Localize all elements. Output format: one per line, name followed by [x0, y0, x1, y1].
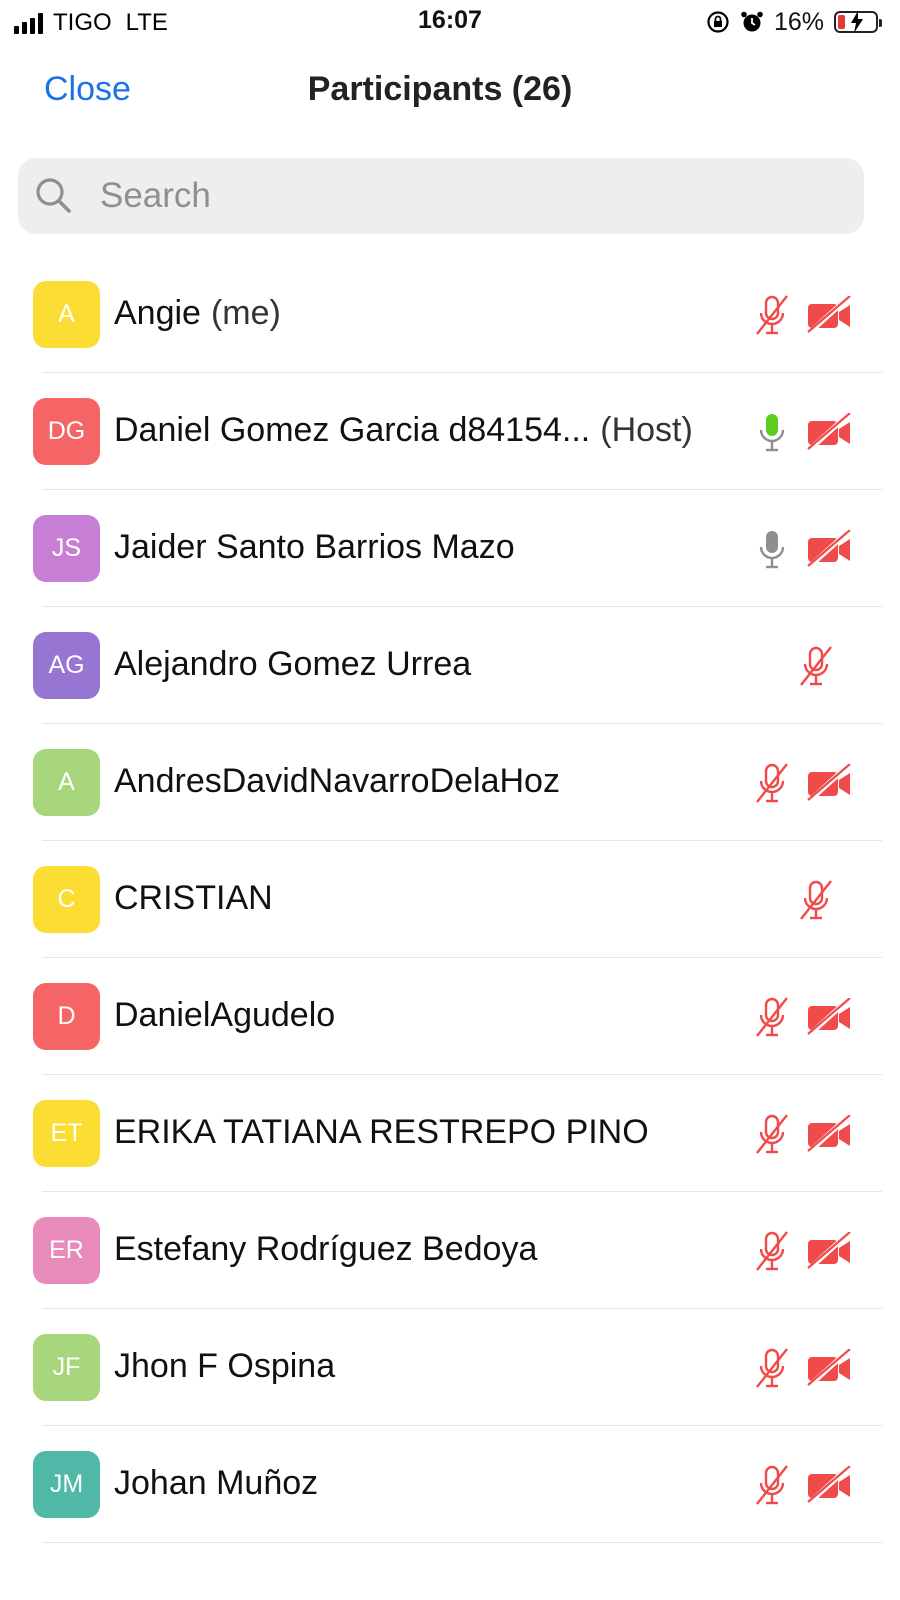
video-off-icon	[806, 996, 852, 1041]
participant-name-line: Jhon F Ospina	[114, 1347, 335, 1386]
mic-muted-icon	[752, 1464, 792, 1513]
mic-muted-icon	[752, 1347, 792, 1396]
participant-name-line: DanielAgudelo	[114, 996, 335, 1035]
page-title: Participants (26)	[307, 70, 573, 108]
participant-name: Jhon F Ospina	[114, 1347, 336, 1385]
avatar: DG	[33, 398, 100, 465]
participant-name: Daniel Gomez Garcia d84154...	[114, 411, 591, 449]
alarm-icon	[741, 11, 763, 32]
participant-row[interactable]: JS Jaider Santo Barrios Mazo	[0, 490, 900, 607]
avatar: D	[33, 983, 100, 1050]
participant-row[interactable]: A AndresDavidNavarroDelaHoz	[0, 724, 900, 841]
video-off-icon	[806, 1464, 852, 1509]
video-off-icon	[806, 762, 852, 807]
video-off-icon	[806, 1113, 852, 1158]
mic-muted-icon	[752, 294, 792, 343]
participant-name-line: AndresDavidNavarroDelaHoz	[114, 762, 560, 801]
avatar: A	[33, 749, 100, 816]
mic-muted-icon	[752, 1230, 792, 1279]
avatar: JM	[33, 1451, 100, 1518]
participant-name: Alejandro Gomez Urrea	[114, 645, 472, 683]
participant-name-line: CRISTIAN	[114, 879, 273, 918]
participant-role-tag: (me)	[210, 294, 281, 332]
video-off-icon	[806, 411, 852, 456]
avatar: JF	[33, 1334, 100, 1401]
participant-name: Johan Muñoz	[114, 1464, 319, 1502]
header: Close Participants (26)	[0, 60, 900, 122]
participant-name: CRISTIAN	[114, 879, 273, 917]
avatar: JS	[33, 515, 100, 582]
participant-role-tag: (Host)	[600, 411, 693, 449]
participant-name: AndresDavidNavarroDelaHoz	[114, 762, 560, 800]
avatar: C	[33, 866, 100, 933]
participant-row[interactable]: DG Daniel Gomez Garcia d84154... (Host)	[0, 373, 900, 490]
participant-name-line: Estefany Rodríguez Bedoya	[114, 1230, 537, 1269]
search-icon	[36, 178, 71, 213]
search-bar[interactable]	[18, 158, 864, 234]
participant-name: Estefany Rodríguez Bedoya	[114, 1230, 538, 1268]
mic-muted-icon	[752, 762, 792, 811]
participant-name-line: Jaider Santo Barrios Mazo	[114, 528, 515, 567]
participant-row[interactable]: ER Estefany Rodríguez Bedoya	[0, 1192, 900, 1309]
mic-icon	[752, 411, 792, 460]
participant-name: ERIKA TATIANA RESTREPO PINO	[114, 1113, 649, 1151]
mic-muted-icon	[796, 645, 836, 694]
row-divider	[42, 1542, 882, 1543]
status-right: 16%	[706, 6, 882, 38]
video-off-icon	[806, 528, 852, 573]
mic-muted-icon	[752, 996, 792, 1045]
avatar: AG	[33, 632, 100, 699]
mic-icon	[752, 528, 792, 577]
avatar: ER	[33, 1217, 100, 1284]
search-input[interactable]	[100, 158, 840, 234]
video-off-icon	[806, 294, 852, 339]
participant-row[interactable]: ET ERIKA TATIANA RESTREPO PINO	[0, 1075, 900, 1192]
rotation-lock-icon	[707, 11, 729, 33]
participant-name-line: Daniel Gomez Garcia d84154... (Host)	[114, 411, 693, 450]
participant-name-line: Alejandro Gomez Urrea	[114, 645, 471, 684]
participant-row[interactable]: A Angie (me)	[0, 256, 900, 373]
avatar: ET	[33, 1100, 100, 1167]
participants-list: A Angie (me) DG Daniel Gomez Garcia d84154.…	[0, 256, 900, 1543]
avatar: A	[33, 281, 100, 348]
participant-row[interactable]: C CRISTIAN	[0, 841, 900, 958]
participant-name: DanielAgudelo	[114, 996, 336, 1034]
participant-name: Angie	[114, 294, 201, 332]
participant-row[interactable]: D DanielAgudelo	[0, 958, 900, 1075]
video-off-icon	[806, 1230, 852, 1275]
participant-name-line: ERIKA TATIANA RESTREPO PINO	[114, 1113, 649, 1152]
participant-name: Jaider Santo Barrios Mazo	[114, 528, 515, 566]
participant-name-line: Johan Muñoz	[114, 1464, 318, 1503]
video-off-icon	[806, 1347, 852, 1392]
mic-muted-icon	[752, 1113, 792, 1162]
participant-row[interactable]: AG Alejandro Gomez Urrea	[0, 607, 900, 724]
participant-name-line: Angie (me)	[114, 294, 281, 333]
battery-percent: 16%	[773, 7, 824, 36]
mic-muted-icon	[796, 879, 836, 928]
participant-row[interactable]: JM Johan Muñoz	[0, 1426, 900, 1543]
battery-icon	[834, 11, 882, 33]
participant-row[interactable]: JF Jhon F Ospina	[0, 1309, 900, 1426]
status-bar: TIGO LTE 16:07 16%	[0, 0, 900, 46]
